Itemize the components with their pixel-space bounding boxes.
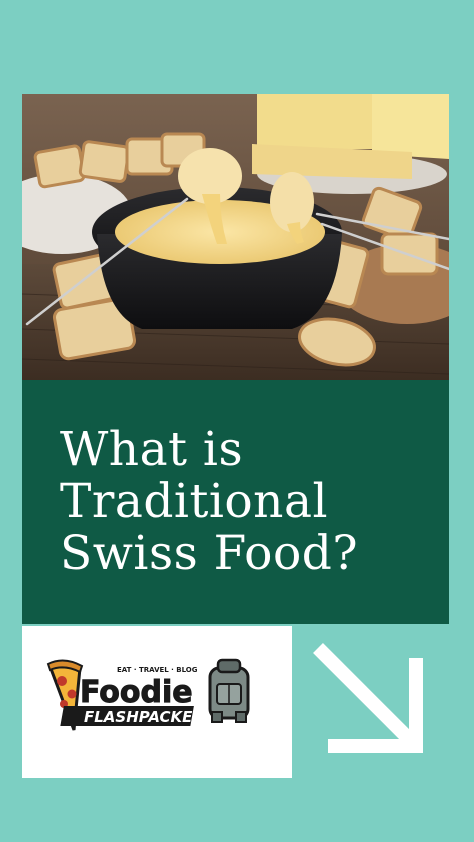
title-line-3: Swiss Food? [60, 526, 359, 581]
arrow-down-right-icon[interactable] [310, 640, 435, 765]
backpack-icon [208, 658, 250, 723]
logo-tagline: EAT · TRAVEL · BLOG [117, 666, 198, 674]
brand-logo: EAT · TRAVEL · BLOG Foodie FLASHPACKER [46, 658, 250, 731]
logo-word-flashpacker: FLASHPACKER [84, 708, 204, 726]
logo-word-foodie: Foodie [80, 675, 193, 710]
title-line-1: What is [60, 422, 244, 477]
fondue-photo [22, 94, 449, 380]
title-line-2: Traditional [60, 474, 328, 529]
brand-logo-card[interactable]: EAT · TRAVEL · BLOG Foodie FLASHPACKER [22, 626, 292, 778]
title-block: What is Traditional Swiss Food? [22, 380, 449, 624]
